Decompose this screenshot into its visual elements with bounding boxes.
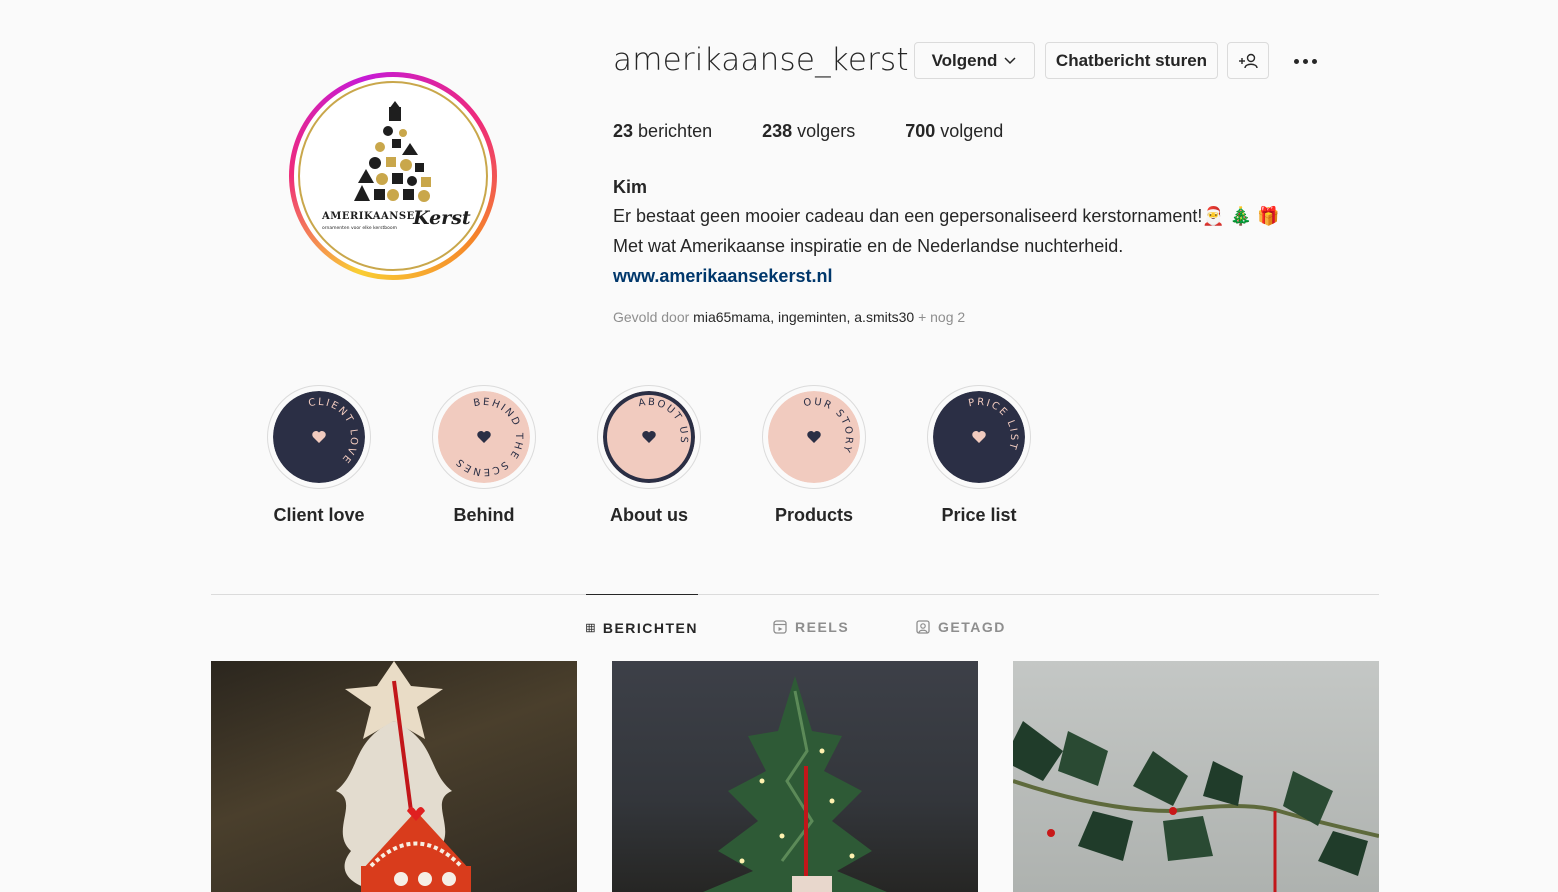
grid-icon: [586, 623, 595, 632]
bio-name: Kim: [613, 177, 648, 197]
post-thumbnail[interactable]: [1013, 661, 1379, 892]
followed-by-prefix: Gevold door: [613, 309, 690, 325]
followed-by-user: a.smits30: [854, 309, 915, 325]
suggested-users-button[interactable]: [1227, 42, 1269, 79]
highlight-ring: CLIENT LOVE: [267, 385, 371, 489]
posts-stat[interactable]: 23 berichten: [613, 121, 712, 142]
highlight-label: Client love: [273, 505, 365, 525]
tab-reels[interactable]: REELS: [773, 594, 849, 660]
more-options-icon[interactable]: [1290, 50, 1320, 72]
followers-count: 238: [762, 121, 793, 141]
post-image-small-tree: [703, 676, 887, 892]
post-thumbnail[interactable]: [211, 661, 577, 892]
highlight-label: About us: [610, 505, 688, 525]
tab-posts[interactable]: BERICHTEN: [586, 594, 698, 660]
tab-label: BERICHTEN: [602, 619, 698, 636]
profile-username: amerikaanse_kerst: [613, 42, 909, 78]
posts-count: 23: [613, 121, 634, 141]
highlight-label: Products: [774, 505, 853, 525]
highlight-cover-icon: CLIENT LOVE: [273, 391, 365, 483]
profile-stats: 23 berichten 238 volgers 700 volgend: [613, 121, 1053, 142]
highlight-cover-icon: OUR STORY: [768, 391, 860, 483]
christmas-tree-logo-icon: AMERIKAANSE Kerst ornamenten voor elke k…: [321, 101, 471, 231]
send-message-button[interactable]: Chatbericht sturen: [1045, 42, 1218, 79]
highlight-ring: OUR STORY: [762, 385, 866, 489]
brand-logo: AMERIKAANSE Kerst ornamenten voor elke k…: [298, 81, 488, 271]
chevron-down-icon: [1004, 56, 1016, 64]
following-stat-label: volgend: [940, 121, 1004, 141]
posts-label: berichten: [638, 121, 713, 141]
followed-by-user: mia65mama: [693, 309, 771, 325]
highlight-ring: ABOUT US: [597, 385, 701, 489]
following-label: Volgend: [931, 50, 998, 70]
followed-by[interactable]: Gevold door mia65mama, ingeminten, a.smi…: [613, 309, 965, 325]
followed-by-user: ingeminten: [777, 309, 847, 325]
following-count: 700: [905, 121, 936, 141]
tab-label: REELS: [795, 619, 850, 635]
tab-label: GETAGD: [938, 619, 1006, 635]
highlight-cover-icon: PRICE LIST: [933, 391, 1025, 483]
post-image-ornament-tree: [336, 661, 471, 892]
highlight-cover-icon: ABOUT US: [603, 391, 695, 483]
following-button[interactable]: Volgend: [914, 42, 1035, 79]
highlight-label: Price list: [941, 505, 1017, 525]
svg-text:Kerst: Kerst: [412, 207, 471, 229]
add-person-icon: [1239, 53, 1258, 68]
post-thumbnail[interactable]: [612, 661, 978, 892]
following-stat[interactable]: 700 volgend: [905, 121, 1003, 142]
avatar-ring-gap: AMERIKAANSE Kerst ornamenten voor elke k…: [294, 77, 492, 275]
bio-text-line-1: Er bestaat geen mooier cadeau dan een ge…: [613, 206, 1280, 226]
bio-text-line-2: Met wat Amerikaanse inspiratie en de Ned…: [613, 236, 1124, 256]
reels-icon: [773, 620, 787, 634]
highlight-label: Behind: [453, 505, 515, 525]
bio-website-link[interactable]: www.amerikaansekerst.nl: [613, 266, 832, 287]
highlight-ring: PRICE LIST: [927, 385, 1031, 489]
tab-tagged[interactable]: GETAGD: [916, 594, 1006, 660]
followers-label: volgers: [797, 121, 856, 141]
highlight-ring: BEHIND THE SCENES: [432, 385, 536, 489]
highlight-cover-icon: BEHIND THE SCENES: [438, 391, 530, 483]
followed-by-more: + nog 2: [918, 309, 966, 325]
svg-text:AMERIKAANSE: AMERIKAANSE: [321, 211, 415, 222]
tagged-icon: [916, 620, 930, 634]
profile-avatar[interactable]: AMERIKAANSE Kerst ornamenten voor elke k…: [289, 72, 497, 280]
svg-text:ornamenten voor elke kerstboom: ornamenten voor elke kerstboom: [322, 225, 397, 231]
post-image-holly-branch: [1013, 721, 1379, 892]
followers-stat[interactable]: 238 volgers: [762, 121, 855, 142]
